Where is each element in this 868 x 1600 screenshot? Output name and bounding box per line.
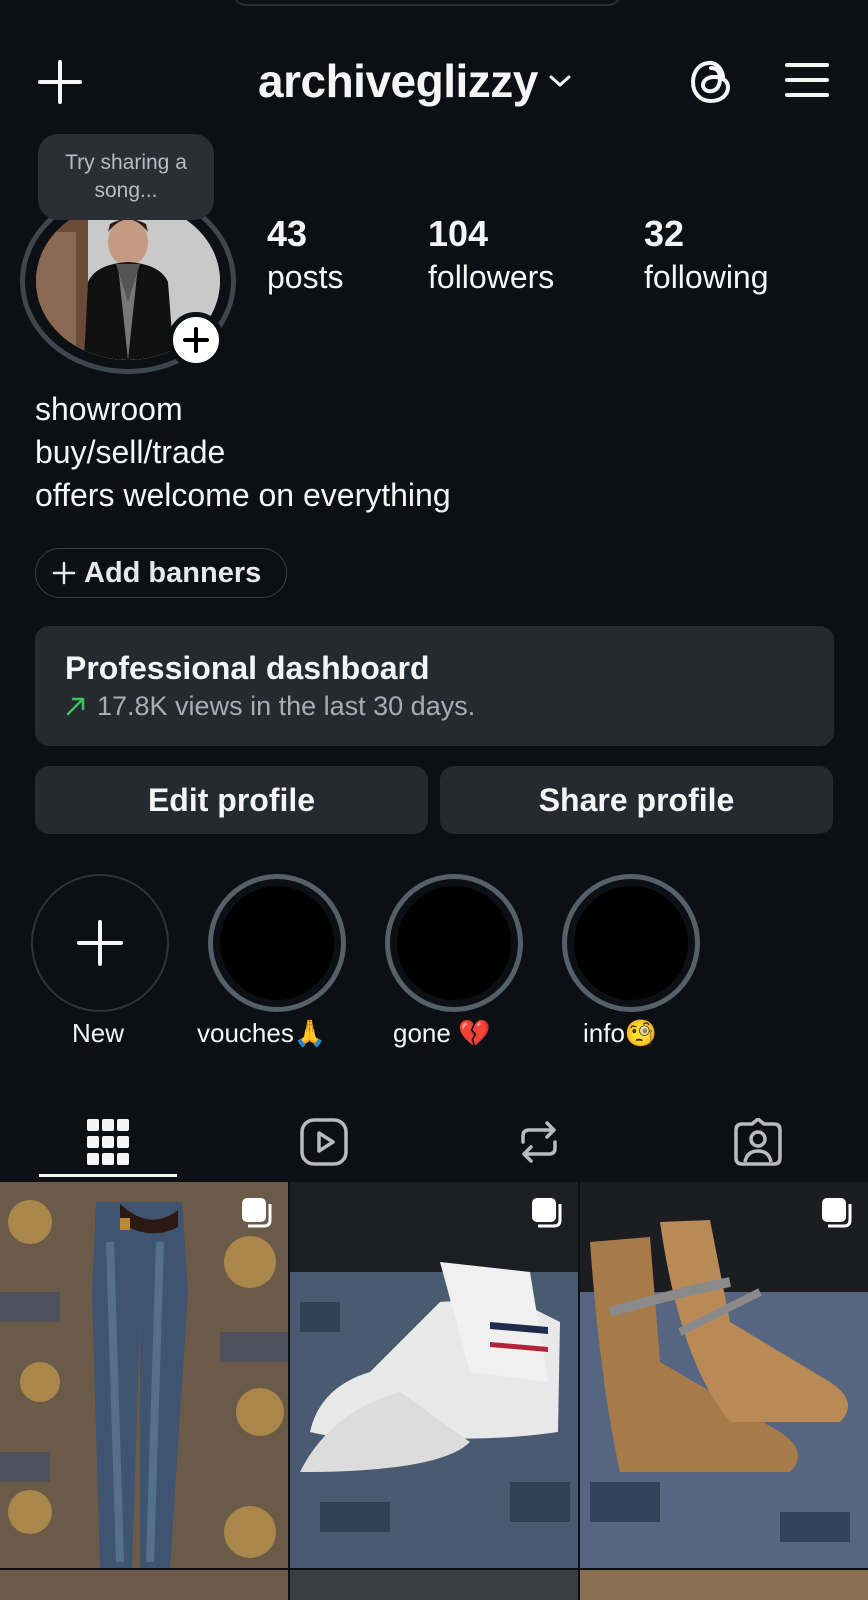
profile-header: archiveglizzy <box>0 40 868 120</box>
highlight-gone[interactable] <box>385 874 523 1012</box>
highlight-label: info🧐 <box>583 1018 658 1048</box>
note-bubble[interactable]: Try sharing a song... <box>38 134 214 220</box>
username: archiveglizzy <box>258 55 538 107</box>
add-story-button[interactable] <box>168 312 224 368</box>
edit-profile-button[interactable]: Edit profile <box>35 766 428 834</box>
share-profile-label: Share profile <box>538 781 735 818</box>
carousel-icon <box>822 1198 852 1228</box>
share-profile-button[interactable]: Share profile <box>440 766 833 834</box>
edit-profile-label: Edit profile <box>147 781 316 818</box>
post-boots[interactable] <box>580 1182 868 1568</box>
hamburger-menu-icon[interactable] <box>784 60 830 100</box>
bio-line: offers welcome on everything <box>35 477 451 513</box>
stat-value: 43 <box>267 213 308 254</box>
stat-value: 104 <box>428 213 489 254</box>
highlight-vouches[interactable] <box>208 874 346 1012</box>
device-notch <box>232 0 622 6</box>
active-tab-indicator <box>39 1174 177 1177</box>
post-image <box>0 1182 288 1568</box>
posts-grid <box>0 1182 868 1600</box>
tab-grid[interactable] <box>20 1104 196 1180</box>
carousel-icon <box>242 1198 272 1228</box>
profile-tabs <box>0 1104 868 1180</box>
stat-label: followers <box>428 259 555 295</box>
tab-reels[interactable] <box>236 1104 412 1180</box>
stat-label: posts <box>267 259 344 295</box>
highlight-label: New <box>72 1018 125 1048</box>
add-banners-button[interactable]: Add banners <box>35 548 287 598</box>
username-switcher[interactable]: archiveglizzy <box>258 54 572 108</box>
chevron-down-icon <box>549 75 571 87</box>
stat-value: 32 <box>644 213 685 254</box>
dashboard-subtitle: 17.8K views in the last 30 days. <box>97 691 476 721</box>
trend-up-icon <box>66 697 85 716</box>
stat-following[interactable]: 32 following <box>644 212 769 298</box>
grid-icon <box>87 1119 129 1165</box>
bio-line: showroom <box>35 391 183 427</box>
plus-icon <box>52 561 76 585</box>
profile-bio: showroom buy/sell/trade offers welcome o… <box>35 388 451 517</box>
stat-followers[interactable]: 104 followers <box>428 212 554 298</box>
post-image <box>580 1182 868 1568</box>
highlight-label: vouches🙏 <box>197 1018 327 1048</box>
stat-posts[interactable]: 43 posts <box>267 212 343 298</box>
add-banners-label: Add banners <box>84 556 262 589</box>
reels-icon <box>300 1118 348 1166</box>
tab-tagged[interactable] <box>670 1104 846 1180</box>
bio-line: buy/sell/trade <box>35 434 226 470</box>
plus-icon <box>77 920 123 966</box>
carousel-icon <box>532 1198 562 1228</box>
highlight-new-circle <box>31 874 169 1012</box>
plus-icon[interactable] <box>36 58 84 106</box>
highlight-new[interactable] <box>31 874 169 1012</box>
highlight-cover <box>385 874 523 1012</box>
post-jeans[interactable] <box>0 1182 288 1568</box>
post-sneakers[interactable] <box>290 1182 578 1568</box>
threads-icon[interactable] <box>688 56 736 106</box>
stat-label: following <box>644 259 769 295</box>
professional-dashboard[interactable]: Professional dashboard 17.8K views in th… <box>35 626 834 746</box>
highlight-cover <box>208 874 346 1012</box>
note-text: Try sharing a song... <box>65 151 187 202</box>
highlight-cover <box>562 874 700 1012</box>
reposts-icon <box>521 1121 557 1163</box>
highlight-info[interactable] <box>562 874 700 1012</box>
plus-icon <box>183 327 209 353</box>
post-thumbnail-partial[interactable] <box>580 1570 868 1600</box>
tagged-icon <box>734 1118 782 1166</box>
dashboard-title: Professional dashboard <box>65 650 430 686</box>
highlight-label: gone 💔 <box>393 1018 491 1048</box>
post-thumbnail-partial[interactable] <box>290 1570 578 1600</box>
post-thumbnail-partial[interactable] <box>0 1570 288 1600</box>
post-image <box>290 1182 578 1568</box>
tab-reposts[interactable] <box>451 1104 627 1180</box>
